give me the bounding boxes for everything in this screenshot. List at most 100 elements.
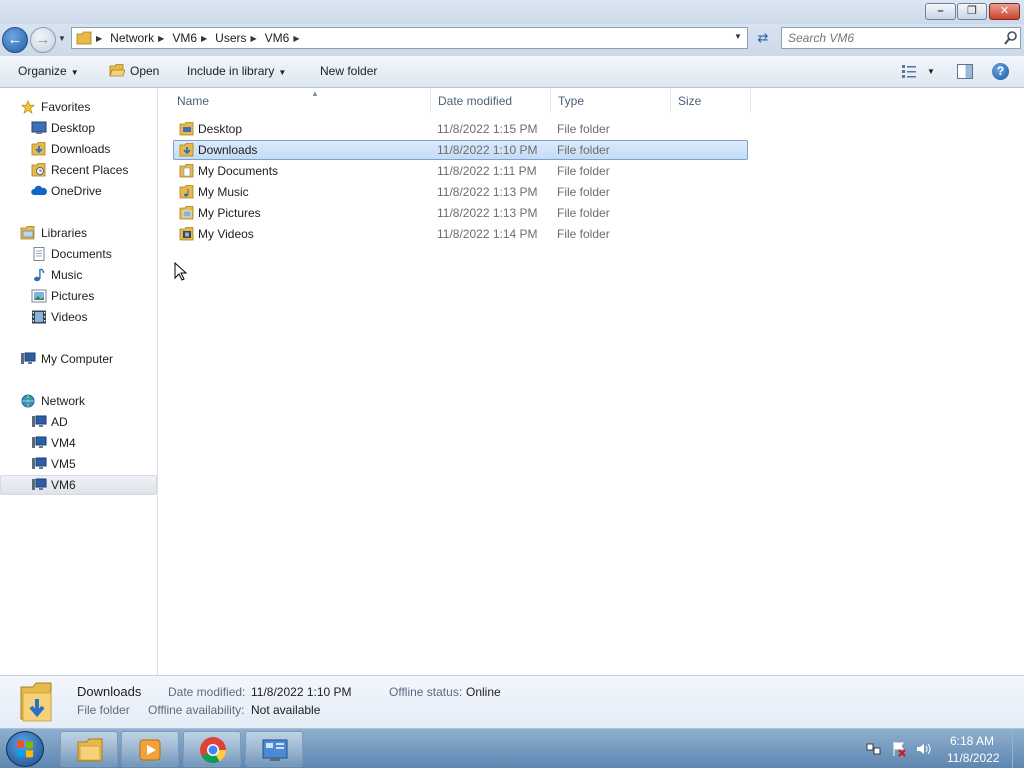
details-item-name: Downloads [77,684,142,699]
chevron-down-icon[interactable]: ▼ [734,32,742,41]
nav-network[interactable]: Network [0,391,157,411]
file-name: My Pictures [198,206,261,220]
nav-item-label: Downloads [51,142,111,156]
nav-item-vm6[interactable]: VM6 [0,475,157,495]
nav-item-vm4[interactable]: VM4 [0,433,157,453]
breadcrumb-network[interactable]: Network [110,31,154,45]
column-header-type[interactable]: Type [552,89,671,113]
refresh-icon: ⇄ [757,30,769,45]
onedrive-cloud-icon [31,185,47,195]
star-icon [20,100,36,114]
computer-icon [32,457,47,469]
nav-item-onedrive[interactable]: OneDrive [0,181,157,201]
organize-button[interactable]: Organize ▼ [18,56,79,87]
taskbar-windows-explorer[interactable] [60,731,118,767]
file-date: 11/8/2022 1:15 PM [437,122,538,136]
libraries-icon [20,226,35,240]
action-center-flag-icon[interactable] [891,741,907,757]
recent-pages-dropdown[interactable]: ▼ [58,34,68,46]
nav-favorites[interactable]: Favorites [0,97,157,117]
preview-pane-icon[interactable] [957,64,973,79]
column-header-size[interactable]: Size [672,89,751,113]
include-in-library-button[interactable]: Include in library ▼ [187,56,286,87]
documents-icon [33,247,45,261]
network-tray-icon[interactable] [866,741,882,757]
file-name: My Videos [198,227,254,241]
desktop-folder-icon [179,122,194,136]
file-name: Desktop [198,122,243,136]
file-type: File folder [557,227,610,241]
details-pane: Downloads File folder Date modified: 11/… [0,675,1024,728]
chevron-down-icon[interactable]: ▼ [927,56,935,87]
open-button[interactable]: Open [109,56,159,87]
search-input[interactable] [788,30,998,46]
column-header-date-modified[interactable]: Date modified [432,89,551,113]
nav-item-documents[interactable]: Documents [0,244,157,264]
breadcrumb-users[interactable]: Users [215,31,246,45]
chevron-right-icon[interactable]: ▶ [293,34,299,43]
navigation-pane: Favorites Desktop Downloads Recent Place… [0,89,158,675]
nav-my-computer[interactable]: My Computer [0,349,157,369]
table-row[interactable]: Desktop 11/8/2022 1:15 PM File folder [173,119,748,139]
back-button[interactable]: ← [2,27,28,53]
close-button[interactable]: ✕ [989,3,1020,20]
control-panel-icon [262,739,288,761]
table-row[interactable]: My Pictures 11/8/2022 1:13 PM File folde… [173,203,748,223]
nav-item-videos[interactable]: Videos [0,307,157,327]
details-offline-status-label: Offline status: [389,685,463,699]
restore-button[interactable]: ❐ [957,3,987,20]
column-date-label: Date modified [438,94,513,108]
table-row-selected[interactable]: Downloads 11/8/2022 1:10 PM File folder [173,140,748,160]
column-name-label: Name [177,94,210,108]
search-box[interactable] [781,27,1021,49]
include-in-library-label: Include in library [187,64,275,78]
nav-libraries[interactable]: Libraries [0,223,157,243]
nav-item-vm5[interactable]: VM5 [0,454,157,474]
computer-icon [21,352,36,364]
restore-icon: ❐ [967,5,977,17]
breadcrumb-vm6[interactable]: VM6 [172,31,197,45]
network-globe-icon [21,394,35,408]
table-row[interactable]: My Videos 11/8/2022 1:14 PM File folder [173,224,748,244]
music-note-icon [34,268,45,282]
chevron-right-icon[interactable]: ▶ [251,34,257,43]
chevron-right-icon[interactable]: ▶ [96,34,102,43]
clock-time[interactable]: 6:18 AM [950,734,994,748]
chevron-right-icon[interactable]: ▶ [158,34,164,43]
nav-item-pictures[interactable]: Pictures [0,286,157,306]
show-desktop-button[interactable] [1012,729,1024,768]
folder-icon [76,31,92,45]
details-date-label: Date modified: [168,685,246,699]
file-date: 11/8/2022 1:13 PM [437,206,538,220]
file-type: File folder [557,164,610,178]
help-icon[interactable]: ? [992,63,1009,80]
chevron-down-icon: ▼ [70,68,79,77]
nav-item-label: VM5 [51,457,76,471]
clock-date[interactable]: 11/8/2022 [947,751,1000,765]
refresh-button[interactable]: ⇄ [751,27,775,49]
nav-item-ad[interactable]: AD [0,412,157,432]
nav-item-music[interactable]: Music [0,265,157,285]
minimize-button[interactable]: – [925,3,956,20]
table-row[interactable]: My Music 11/8/2022 1:13 PM File folder [173,182,748,202]
film-strip-icon [32,310,46,324]
forward-button[interactable]: → [30,27,56,53]
taskbar-control-panel[interactable] [245,731,303,767]
nav-item-downloads[interactable]: Downloads [0,139,157,159]
taskbar-chrome[interactable] [183,731,241,767]
nav-item-recent-places[interactable]: Recent Places [0,160,157,180]
breadcrumb-user-vm6[interactable]: VM6 [265,31,290,45]
nav-item-desktop[interactable]: Desktop [0,118,157,138]
column-header-name[interactable]: ▲ Name [173,89,431,113]
file-date: 11/8/2022 1:11 PM [437,164,537,178]
chevron-right-icon[interactable]: ▶ [201,34,207,43]
back-arrow-icon: ← [7,31,23,48]
start-button[interactable] [6,731,44,767]
new-folder-button[interactable]: New folder [320,56,377,87]
change-view-icon[interactable] [901,64,917,78]
volume-icon[interactable] [915,741,931,757]
details-offline-availability-value: Not available [251,703,321,717]
taskbar-media-player[interactable] [121,731,179,767]
table-row[interactable]: My Documents 11/8/2022 1:11 PM File fold… [173,161,748,181]
address-bar[interactable]: ▶ Network ▶ VM6 ▶ Users ▶ VM6 ▶ ▼ [71,27,748,49]
